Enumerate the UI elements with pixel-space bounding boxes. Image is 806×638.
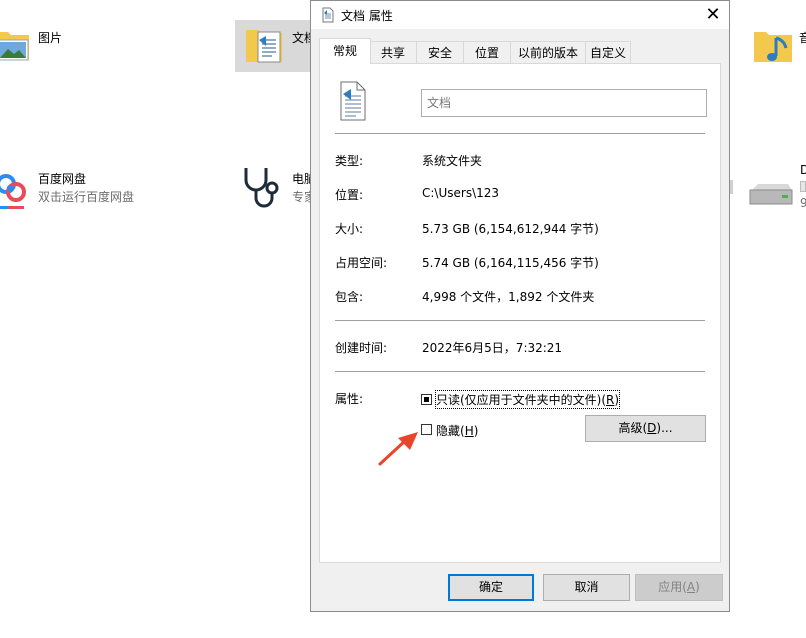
advanced-button[interactable]: 高级(D)... <box>585 415 706 442</box>
baidu-netdisk-sub: 双击运行百度网盘 <box>38 190 135 204</box>
documents-folder-icon[interactable] <box>246 24 284 66</box>
music-folder-icon[interactable] <box>754 26 794 66</box>
type-label: 类型: <box>335 154 364 168</box>
cancel-button[interactable]: 取消 <box>543 574 630 601</box>
stethoscope-icon[interactable] <box>242 164 284 210</box>
folder-name-input[interactable]: 文档 <box>421 89 707 117</box>
tab-customize[interactable]: 自定义 <box>585 41 631 63</box>
size-on-disk-value: 5.74 GB (6,164,115,456 字节) <box>422 256 599 270</box>
tab-security[interactable]: 安全 <box>416 41 464 63</box>
title-bar[interactable]: 文档 属性 ✕ <box>311 1 729 29</box>
pictures-label[interactable]: 图片 <box>38 29 62 46</box>
created-label: 创建时间: <box>335 341 388 355</box>
hidden-checkbox-label[interactable]: 隐藏(H) <box>436 422 478 439</box>
attributes-label: 属性: <box>335 392 364 406</box>
location-label: 位置: <box>335 188 364 202</box>
location-value: C:\Users\123 <box>422 186 500 200</box>
tab-previous-versions[interactable]: 以前的版本 <box>510 41 586 63</box>
size-label: 大小: <box>335 222 364 236</box>
close-icon: ✕ <box>705 4 721 25</box>
contains-value: 4,998 个文件，1,892 个文件夹 <box>422 290 595 304</box>
properties-dialog: 文档 属性 ✕ 常规 共享 安全 位置 以前的版本 自定义 文档 类型: 系统文… <box>310 0 730 612</box>
type-value: 系统文件夹 <box>422 154 483 168</box>
baidu-netdisk-label[interactable]: 百度网盘 <box>38 170 86 187</box>
tab-general[interactable]: 常规 <box>319 38 371 64</box>
close-button[interactable]: ✕ <box>697 2 729 28</box>
readonly-checkbox-label[interactable]: 只读(仅应用于文件夹中的文件)(R) <box>434 390 621 409</box>
pictures-folder-icon[interactable] <box>0 26 30 64</box>
ok-button[interactable]: 确定 <box>448 574 534 601</box>
drive-icon[interactable] <box>748 180 794 210</box>
general-panel: 文档 类型: 系统文件夹 位置: C:\Users\123 大小: 5.73 G… <box>319 63 721 563</box>
readonly-checkbox[interactable] <box>421 394 432 405</box>
baidu-netdisk-icon[interactable] <box>0 168 30 212</box>
hidden-checkbox[interactable] <box>421 424 432 435</box>
separator-2 <box>335 320 705 321</box>
folder-doc-small-icon <box>321 7 335 23</box>
size-on-disk-label: 占用空间: <box>335 256 388 270</box>
contains-label: 包含: <box>335 290 364 304</box>
drive-usage-bar <box>800 181 806 192</box>
size-value: 5.73 GB (6,154,612,944 字节) <box>422 222 599 236</box>
separator-1 <box>335 133 705 134</box>
dialog-title: 文档 属性 <box>341 9 393 23</box>
drive-label[interactable]: D <box>800 163 806 177</box>
document-folder-large-icon <box>338 80 368 122</box>
drive-sub: 9 <box>800 196 806 210</box>
apply-button[interactable]: 应用(A) <box>635 574 723 601</box>
tab-location[interactable]: 位置 <box>463 41 511 63</box>
music-label[interactable]: 音 <box>799 29 806 46</box>
created-value: 2022年6月5日，7:32:21 <box>422 341 563 355</box>
separator-3 <box>335 371 705 372</box>
annotation-arrow-icon <box>376 428 422 468</box>
tab-sharing[interactable]: 共享 <box>369 41 417 63</box>
